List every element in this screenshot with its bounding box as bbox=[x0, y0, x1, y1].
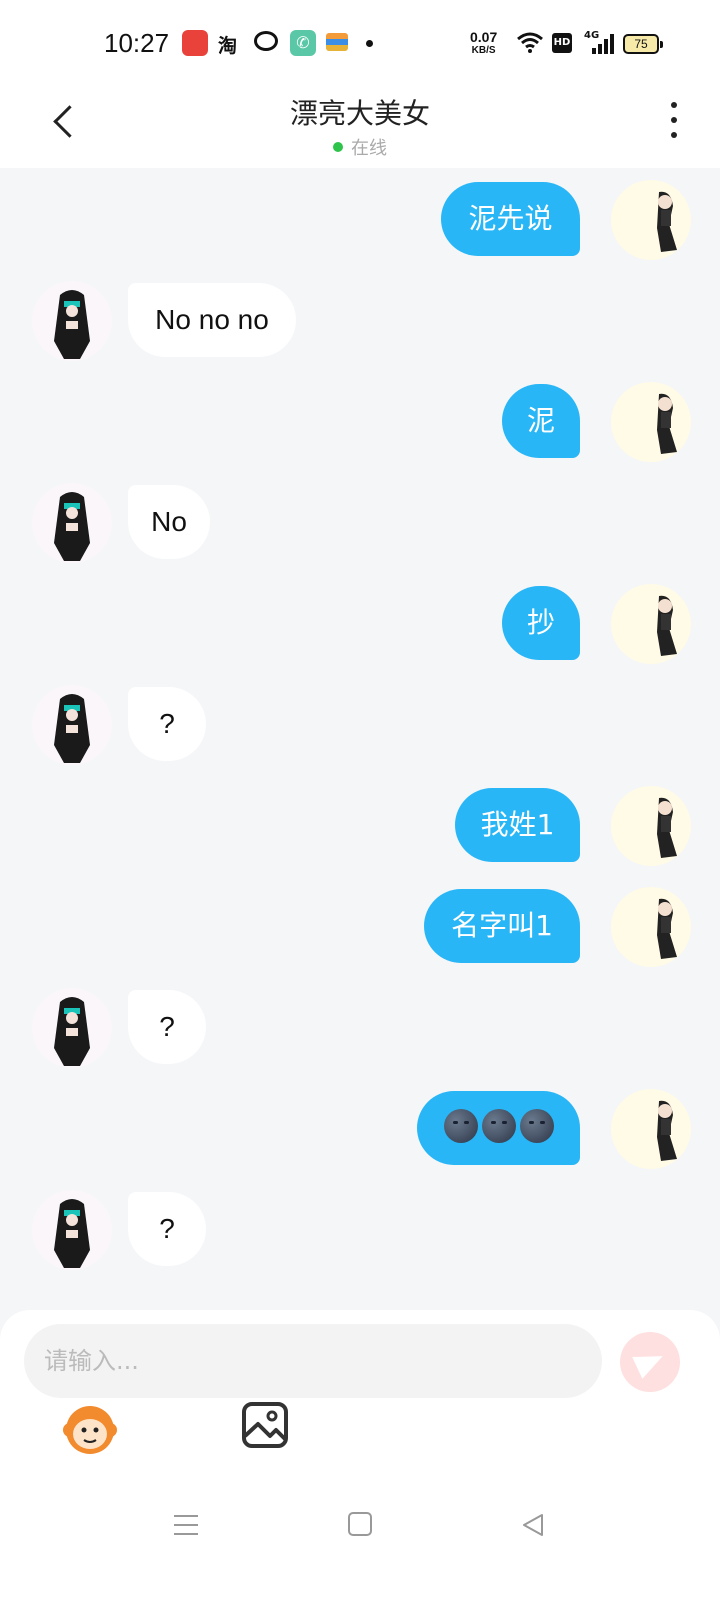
more-options-button[interactable] bbox=[656, 98, 696, 142]
message-row: 泥先说 bbox=[0, 180, 720, 260]
network-speed-value: 0.07 bbox=[470, 29, 498, 45]
chat-header: 漂亮大美女 在线 bbox=[0, 88, 720, 168]
online-status: 在线 bbox=[0, 134, 720, 160]
contact-avatar[interactable] bbox=[32, 1190, 112, 1270]
new-moon-face-icon bbox=[519, 1109, 554, 1143]
image-button[interactable] bbox=[240, 1400, 290, 1450]
network-speed-unit: KB/S bbox=[471, 45, 496, 56]
chat-messages[interactable]: 泥先说 No no no 泥 No 抄 ? 我姓1 名字叫1 ? ? bbox=[0, 168, 720, 1310]
sent-message-bubble[interactable]: 我姓1 bbox=[455, 788, 580, 862]
received-message-bubble[interactable]: ? bbox=[128, 687, 206, 761]
taobao-icon: 淘 bbox=[218, 35, 238, 57]
sent-message-bubble[interactable]: 泥 bbox=[502, 384, 580, 458]
hd-voice-icon: HD bbox=[552, 33, 572, 53]
new-moon-face-icon bbox=[443, 1109, 478, 1143]
system-navigation-bar bbox=[0, 1480, 720, 1600]
phone-icon: ✆ bbox=[290, 30, 316, 56]
sticker-button[interactable] bbox=[60, 1398, 120, 1458]
my-avatar[interactable] bbox=[611, 786, 691, 866]
home-button[interactable] bbox=[348, 1512, 372, 1536]
recent-apps-button[interactable] bbox=[170, 1510, 200, 1540]
system-back-button[interactable] bbox=[520, 1512, 546, 1538]
image-icon bbox=[242, 1402, 288, 1448]
message-row: ? bbox=[0, 685, 720, 765]
message-row: 我姓1 bbox=[0, 786, 720, 866]
my-avatar[interactable] bbox=[611, 1089, 691, 1169]
sent-emoji-message-bubble[interactable] bbox=[417, 1091, 580, 1165]
message-row: 名字叫1 bbox=[0, 887, 720, 967]
status-bar: 10:27 淘 ✆ 0.07 KB/S HD 4G 75 bbox=[0, 0, 720, 88]
network-speed: 0.07 KB/S bbox=[470, 30, 497, 58]
my-avatar[interactable] bbox=[611, 887, 691, 967]
monkey-sticker-icon bbox=[63, 1406, 117, 1454]
new-moon-face-icon bbox=[481, 1109, 516, 1143]
status-time: 10:27 bbox=[104, 28, 170, 58]
contact-avatar[interactable] bbox=[32, 281, 112, 361]
wechat-icon bbox=[254, 31, 278, 51]
my-avatar[interactable] bbox=[611, 584, 691, 664]
my-avatar[interactable] bbox=[611, 180, 691, 260]
online-dot-icon bbox=[333, 142, 343, 152]
sent-message-bubble[interactable]: 抄 bbox=[502, 586, 580, 660]
battery-icon: 75 bbox=[623, 34, 663, 54]
received-message-bubble[interactable]: ? bbox=[128, 1192, 206, 1266]
message-row: 泥 bbox=[0, 382, 720, 462]
received-message-bubble[interactable]: ? bbox=[128, 990, 206, 1064]
contact-avatar[interactable] bbox=[32, 483, 112, 563]
wifi-icon bbox=[517, 32, 543, 53]
message-input[interactable] bbox=[24, 1324, 602, 1398]
message-row: No no no bbox=[0, 281, 720, 361]
sent-message-bubble[interactable]: 名字叫1 bbox=[424, 889, 580, 963]
app-notification-icon bbox=[182, 30, 208, 56]
more-notifications-dot-icon bbox=[366, 40, 373, 47]
message-row: ? bbox=[0, 988, 720, 1068]
received-message-bubble[interactable]: No bbox=[128, 485, 210, 559]
contact-avatar[interactable] bbox=[32, 685, 112, 765]
cellular-signal-icon: 4G bbox=[584, 30, 614, 56]
my-avatar[interactable] bbox=[611, 382, 691, 462]
send-button[interactable] bbox=[620, 1332, 680, 1392]
contact-avatar[interactable] bbox=[32, 988, 112, 1068]
wallet-icon bbox=[326, 33, 348, 51]
message-row bbox=[0, 1089, 720, 1169]
message-row: No bbox=[0, 483, 720, 563]
received-message-bubble[interactable]: No no no bbox=[128, 283, 296, 357]
contact-name: 漂亮大美女 bbox=[289, 97, 430, 130]
message-row: 抄 bbox=[0, 584, 720, 664]
online-status-label: 在线 bbox=[351, 138, 387, 159]
message-row: ? bbox=[0, 1190, 720, 1270]
sent-message-bubble[interactable]: 泥先说 bbox=[441, 182, 580, 256]
